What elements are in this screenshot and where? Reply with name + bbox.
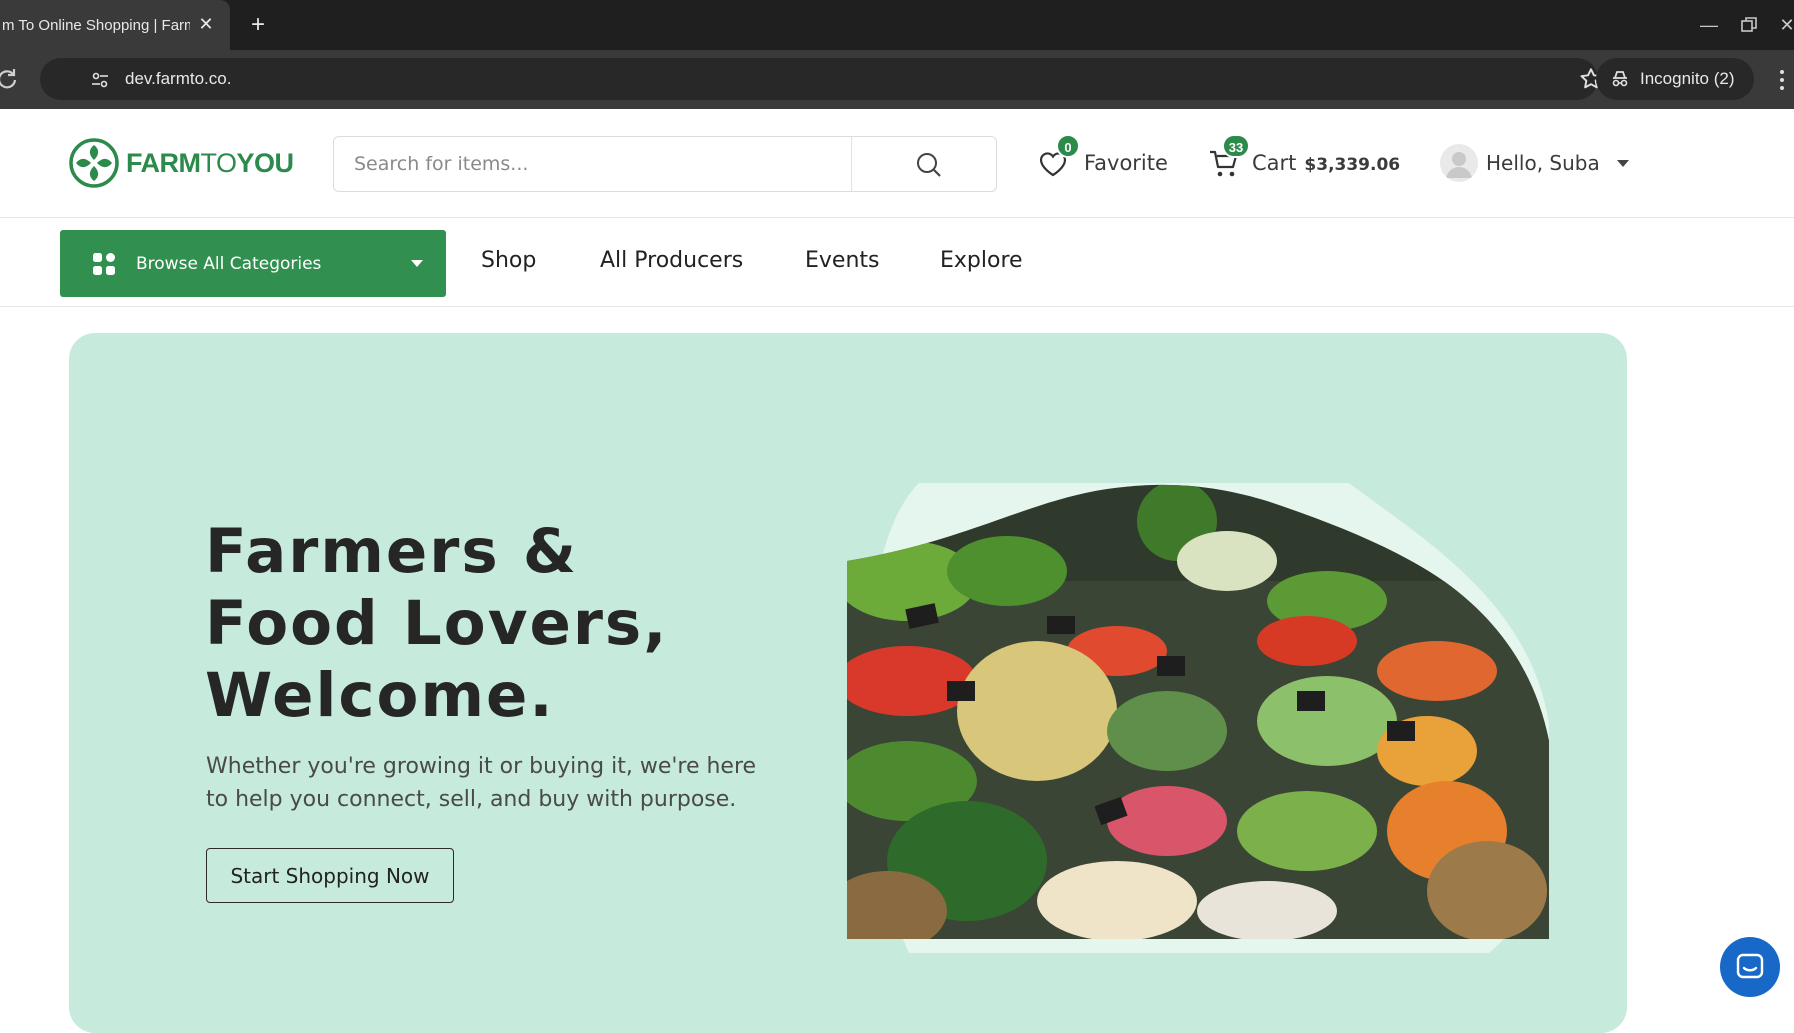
vegetable-market-image bbox=[847, 484, 1549, 939]
chat-widget-button[interactable] bbox=[1720, 937, 1780, 997]
browse-categories-label: Browse All Categories bbox=[136, 253, 322, 274]
logo-text-you: YOU bbox=[236, 147, 295, 178]
reload-icon[interactable] bbox=[0, 66, 20, 92]
nav-link-shop[interactable]: Shop bbox=[481, 248, 536, 273]
search-input[interactable] bbox=[334, 137, 851, 191]
hero-banner: Farmers & Food Lovers, Welcome. Whether … bbox=[69, 333, 1627, 1033]
tab-title: m To Online Shopping | Farm bbox=[2, 16, 190, 34]
new-tab-icon[interactable]: + bbox=[244, 11, 272, 39]
close-tab-icon[interactable]: ✕ bbox=[196, 14, 216, 34]
search-divider bbox=[851, 137, 852, 191]
cart-label: Cart bbox=[1252, 151, 1297, 175]
search-icon[interactable] bbox=[914, 150, 944, 180]
minimize-icon[interactable]: — bbox=[1694, 10, 1724, 40]
favorite-count-badge: 0 bbox=[1056, 134, 1080, 158]
browser-menu-icon[interactable] bbox=[1772, 67, 1792, 93]
user-greeting: Hello, Suba bbox=[1486, 151, 1600, 175]
logo-text-to: TO bbox=[200, 147, 238, 178]
logo-text-farm: FARM bbox=[126, 147, 201, 178]
favorite-label: Favorite bbox=[1084, 151, 1168, 175]
incognito-icon bbox=[1612, 71, 1628, 87]
user-avatar-icon bbox=[1446, 152, 1472, 178]
site-info-icon[interactable] bbox=[90, 70, 110, 90]
favorite-link[interactable]: 0 Favorite bbox=[1036, 134, 1168, 189]
cart-count-badge: 33 bbox=[1222, 134, 1250, 158]
cart-total: $3,339.06 bbox=[1304, 154, 1401, 175]
incognito-label: Incognito (2) bbox=[1640, 69, 1735, 88]
hero-title: Farmers & Food Lovers, Welcome. bbox=[205, 516, 669, 731]
chevron-down-icon bbox=[411, 260, 423, 267]
start-shopping-button[interactable]: Start Shopping Now bbox=[206, 848, 454, 903]
avatar bbox=[1440, 144, 1478, 182]
cart-link[interactable]: 33 Cart $3,339.06 bbox=[1208, 134, 1401, 189]
main-nav: Browse All Categories Shop All Producers… bbox=[0, 218, 1794, 307]
hero-subtitle: Whether you're growing it or buying it, … bbox=[206, 754, 757, 812]
site-header: FARMTOYOU 0 Favorite 33 Cart $3,339.06 H… bbox=[0, 109, 1794, 218]
browser-tab[interactable]: m To Online Shopping | Farm ✕ bbox=[0, 0, 230, 50]
nav-link-all-producers[interactable]: All Producers bbox=[600, 248, 743, 273]
nav-link-events[interactable]: Events bbox=[805, 248, 880, 273]
nav-link-explore[interactable]: Explore bbox=[940, 248, 1023, 273]
incognito-button[interactable]: Incognito (2) bbox=[1596, 58, 1754, 100]
url-text[interactable]: dev.farmto.co. bbox=[125, 69, 231, 89]
browse-categories-button[interactable]: Browse All Categories bbox=[60, 230, 446, 297]
chat-icon bbox=[1736, 953, 1764, 979]
search-box bbox=[333, 136, 997, 192]
address-bar[interactable]: dev.farmto.co. bbox=[40, 58, 1602, 100]
site-logo[interactable]: FARMTOYOU bbox=[68, 137, 294, 189]
restore-icon[interactable] bbox=[1734, 10, 1764, 40]
user-menu[interactable]: Hello, Suba bbox=[1440, 142, 1630, 184]
close-window-icon[interactable]: ✕ bbox=[1772, 10, 1794, 40]
grid-icon bbox=[93, 252, 115, 275]
browser-toolbar: dev.farmto.co. Incognito (2) bbox=[0, 50, 1794, 109]
farm-to-you-logo-icon bbox=[69, 138, 119, 188]
chevron-down-icon[interactable] bbox=[1616, 158, 1630, 168]
browser-tab-strip: m To Online Shopping | Farm ✕ + — ✕ bbox=[0, 0, 1794, 50]
